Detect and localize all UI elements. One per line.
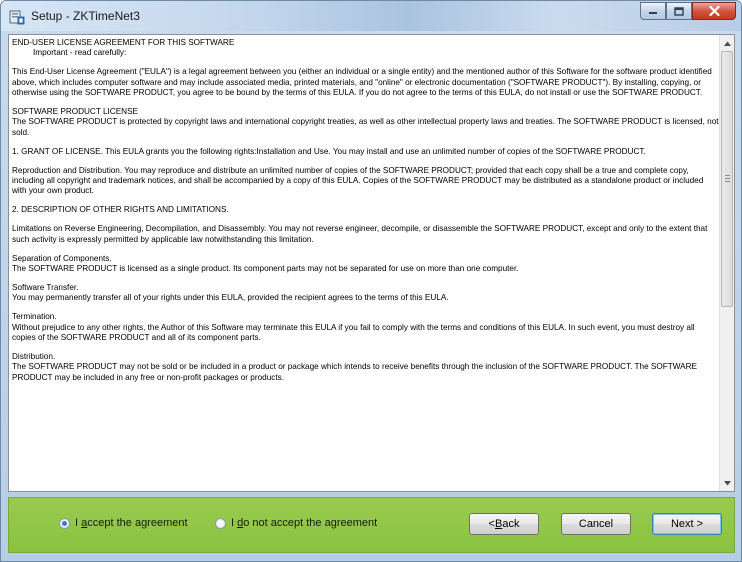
decline-label: I do not accept the agreement xyxy=(231,517,378,529)
scroll-thumb[interactable] xyxy=(721,51,733,307)
license-paragraph: 1. GRANT OF LICENSE. This EULA grants yo… xyxy=(12,146,646,156)
scroll-down-button[interactable] xyxy=(720,475,734,491)
license-paragraph: Software Transfer. You may permanently t… xyxy=(12,282,449,303)
footer-panel: I accept the agreement I do not accept t… xyxy=(8,497,735,553)
cancel-button[interactable]: Cancel xyxy=(561,513,631,535)
accept-label: I accept the agreement xyxy=(75,517,188,529)
grip-line xyxy=(725,175,730,176)
license-text-area[interactable]: END-USER LICENSE AGREEMENT FOR THIS SOFT… xyxy=(8,34,735,492)
next-button[interactable]: Next > xyxy=(652,513,722,535)
radio-unselected-icon xyxy=(215,517,226,529)
license-paragraph: Limitations on Reverse Engineering, Deco… xyxy=(12,224,708,244)
window-controls xyxy=(640,2,736,22)
scroll-up-button[interactable] xyxy=(720,35,734,51)
maximize-icon xyxy=(674,6,684,16)
license-paragraph: Separation of Components. The SOFTWARE P… xyxy=(12,253,519,273)
minimize-icon xyxy=(649,12,657,14)
setup-window: Setup - ZKTimeNet3 END-USER LICENSE AGRE… xyxy=(0,0,742,562)
vertical-scrollbar[interactable] xyxy=(719,35,734,491)
license-subheading: Important - read carefully: xyxy=(33,48,127,58)
radio-selected-icon xyxy=(59,517,70,529)
minimize-button[interactable] xyxy=(640,2,666,20)
window-title: Setup - ZKTimeNet3 xyxy=(31,9,140,23)
grip-line xyxy=(725,178,730,179)
license-paragraph: Termination. Without prejudice to any ot… xyxy=(12,312,695,343)
decline-radio[interactable]: I do not accept the agreement xyxy=(215,517,377,529)
license-paragraph: SOFTWARE PRODUCT LICENSE The SOFTWARE PR… xyxy=(12,107,719,137)
license-content: END-USER LICENSE AGREEMENT FOR THIS SOFT… xyxy=(12,38,720,392)
chevron-up-icon xyxy=(723,41,731,46)
chevron-down-icon xyxy=(723,480,731,485)
accept-radio[interactable]: I accept the agreement xyxy=(59,517,188,529)
installer-app-icon xyxy=(9,10,25,25)
grip-line xyxy=(725,181,730,182)
title-bar[interactable]: Setup - ZKTimeNet3 xyxy=(1,1,741,31)
maximize-button[interactable] xyxy=(666,2,692,20)
close-button[interactable] xyxy=(692,2,736,20)
close-icon xyxy=(708,6,720,16)
license-heading: END-USER LICENSE AGREEMENT FOR THIS SOFT… xyxy=(12,38,235,47)
license-paragraph: Distribution. The SOFTWARE PRODUCT may n… xyxy=(12,351,697,382)
license-paragraph: 2. DESCRIPTION OF OTHER RIGHTS AND LIMIT… xyxy=(12,205,229,215)
license-paragraph: This End-User License Agreement ("EULA")… xyxy=(12,67,712,98)
license-paragraph: Reproduction and Distribution. You may r… xyxy=(12,165,704,196)
back-button[interactable]: < Back xyxy=(469,513,539,535)
